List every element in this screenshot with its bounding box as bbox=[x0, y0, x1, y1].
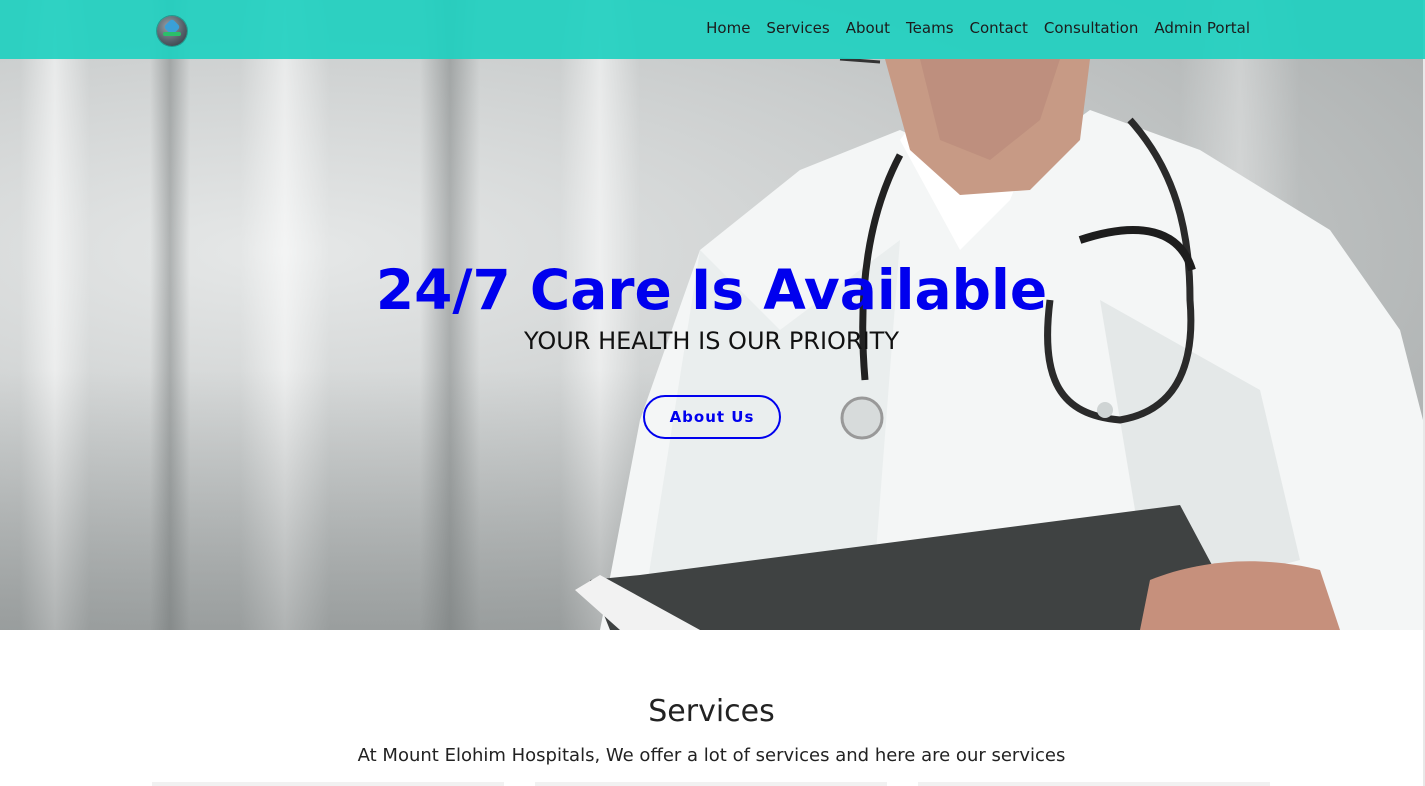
nav-link-about[interactable]: About bbox=[838, 19, 898, 37]
nav-link-contact[interactable]: Contact bbox=[962, 19, 1036, 37]
nav-link-teams[interactable]: Teams bbox=[898, 19, 961, 37]
top-navbar: Home Services About Teams Contact Consul… bbox=[0, 0, 1425, 59]
about-us-button[interactable]: About Us bbox=[643, 395, 781, 439]
nav-link-home[interactable]: Home bbox=[698, 19, 758, 37]
nav-link-services[interactable]: Services bbox=[758, 19, 837, 37]
nav-link-consultation[interactable]: Consultation bbox=[1036, 19, 1146, 37]
page: Home Services About Teams Contact Consul… bbox=[0, 0, 1425, 786]
hospital-logo-icon[interactable] bbox=[157, 16, 187, 46]
hero-title: 24/7 Care Is Available bbox=[375, 258, 1048, 322]
nav-link-admin-portal[interactable]: Admin Portal bbox=[1146, 19, 1258, 37]
nav-menu: Home Services About Teams Contact Consul… bbox=[698, 19, 1258, 37]
service-card bbox=[918, 782, 1270, 786]
hero-subtitle: YOUR HEALTH IS OUR PRIORITY bbox=[523, 327, 900, 355]
services-description: At Mount Elohim Hospitals, We offer a lo… bbox=[357, 745, 1066, 766]
service-card bbox=[535, 782, 887, 786]
services-heading: Services bbox=[648, 694, 775, 729]
service-card bbox=[152, 782, 504, 786]
